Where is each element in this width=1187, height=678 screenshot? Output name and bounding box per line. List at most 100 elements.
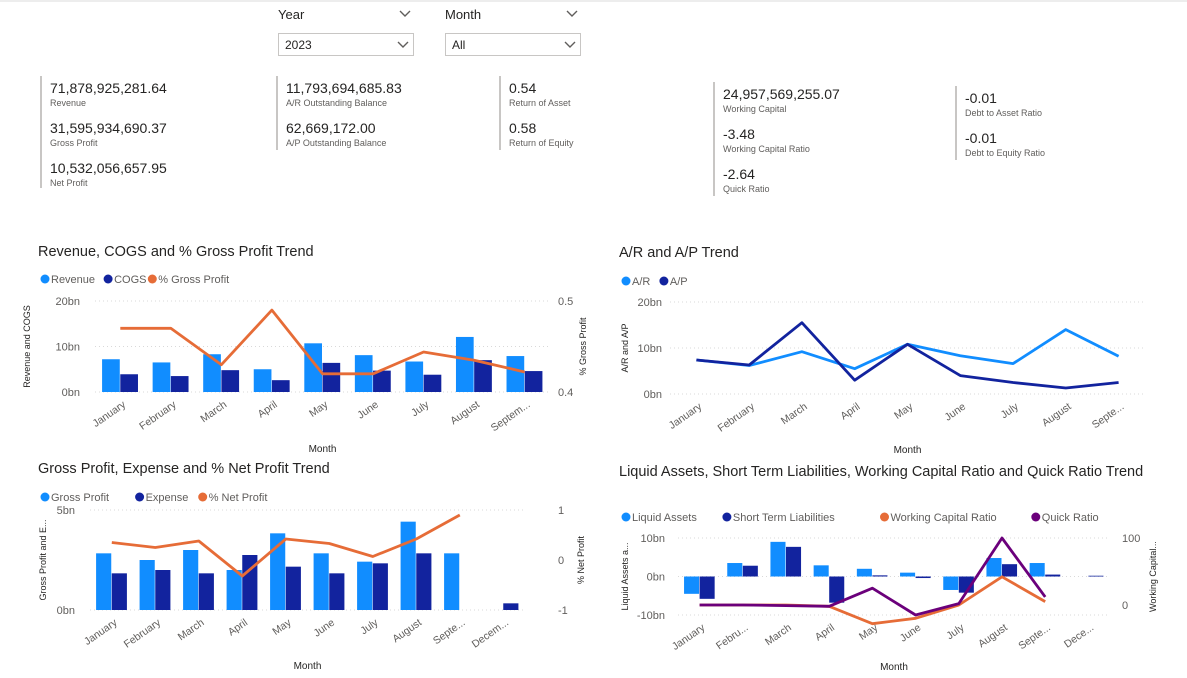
year-slicer-header: Year [278,5,414,25]
y-tick-label: 10bn [641,533,665,545]
series-line [699,575,1046,626]
x-axis-title: Month [294,661,322,672]
year-slicer[interactable]: Year 2023 [278,5,414,56]
chevron-down-icon[interactable] [563,38,577,52]
bar [203,354,221,392]
x-tick-label: January [82,616,120,648]
kpi-value: 31,595,934,690.37 [50,120,167,136]
bar [786,546,802,577]
y-tick-label: -10bn [637,610,665,622]
x-tick-label: January [667,400,705,432]
bar [152,362,171,392]
legend-marker [40,274,50,284]
series-line [696,328,1120,371]
x-tick-label: April [813,622,837,644]
y-axis-title: Gross Profit and E... [38,519,48,600]
kpi-label: A/R Outstanding Balance [286,98,388,108]
bar [813,565,829,577]
bar [242,555,258,610]
chevron-down-icon[interactable] [396,38,410,52]
chart-title: Liquid Assets, Short Term Liabilities, W… [619,464,1144,480]
x-tick-label: June [311,617,337,640]
bar [474,360,492,392]
bar [170,376,189,392]
kpi-label: Debt to Equity Ratio [965,148,1046,158]
x-tick-label: July [409,398,432,419]
legend-marker [103,274,113,284]
bar [958,576,974,593]
x-tick-label: March [176,617,207,644]
y-tick-label: 0bn [57,605,75,617]
bar [829,576,845,603]
bar [524,371,543,392]
x-tick-label: March [763,622,794,649]
bar [770,541,786,577]
x-tick-label: February [137,398,179,432]
bar [915,576,931,579]
month-slicer-header: Month [445,5,581,25]
bar [102,359,120,392]
kpi-value: -2.64 [723,166,755,182]
month-slicer[interactable]: Month All [445,5,581,56]
kpi-revenue: 71,878,925,281.64 Revenue [50,79,167,109]
legend-item: Working Capital Ratio [891,512,997,524]
kpi-label: Return of Equity [509,138,574,148]
y2-tick-label: -1 [558,605,568,617]
x-tick-label: January [91,398,129,430]
month-dropdown[interactable]: All [445,33,581,56]
bar [304,343,322,392]
bar [357,561,373,610]
kpi-value: 10,532,056,657.95 [50,160,167,176]
x-tick-label: May [892,400,916,422]
x-axis-title: Month [880,662,908,673]
bar [198,573,214,610]
y2-tick-label: 0.5 [558,296,573,308]
x-tick-label: January [670,621,708,653]
y-tick-label: 0bn [62,387,80,399]
series-line [120,308,526,376]
y-axis-title: A/R and A/P [620,323,630,372]
kpi-net-profit: 10,532,056,657.95 Net Profit [50,159,167,189]
bar [684,576,700,594]
bar [727,563,743,577]
chevron-down-icon[interactable] [565,7,579,21]
x-tick-label: February [716,400,758,434]
bar [872,575,888,577]
bar [405,361,424,392]
legend-marker [147,274,157,284]
x-tick-label: May [307,398,331,420]
legend-item: A/P [670,276,688,288]
kpi-working-capital-ratio: -3.48 Working Capital Ratio [723,125,810,155]
y2-tick-label: 1 [558,505,564,517]
year-dropdown[interactable]: 2023 [278,33,414,56]
bar [270,533,286,610]
x-tick-label: Febru... [714,622,751,653]
bar [155,570,171,610]
x-tick-label: May [270,616,294,638]
bar [856,568,872,577]
y2-tick-label: 100 [1122,533,1140,545]
legend-marker [621,276,631,286]
kpi-card-returns: 0.54 Return of Asset 0.58 Return of Equi… [499,76,609,150]
chevron-down-icon[interactable] [398,7,412,21]
legend-marker [880,512,889,522]
bar [183,550,199,610]
bar [221,370,240,392]
kpi-value: -0.01 [965,130,997,146]
kpi-card-ar-ap: 11,793,694,685.83 A/R Outstanding Balanc… [276,76,486,150]
kpi-card-debt: -0.01 Debt to Asset Ratio -0.01 Debt to … [955,86,1125,160]
x-tick-label: August [976,622,1010,651]
bar [1002,564,1018,577]
y2-tick-label: 0 [558,555,564,567]
legend-item: % Gross Profit [158,274,229,286]
bar [416,553,432,610]
bar [503,603,519,610]
x-axis-title: Month [894,445,922,456]
legend-marker [722,512,732,522]
bar [1045,574,1061,577]
chart-title: A/R and A/P Trend [619,245,739,261]
series-line [699,536,1047,617]
x-tick-label: April [838,401,862,423]
month-slicer-label: Month [445,7,482,22]
y2-axis-title: % Net Profit [576,535,586,584]
